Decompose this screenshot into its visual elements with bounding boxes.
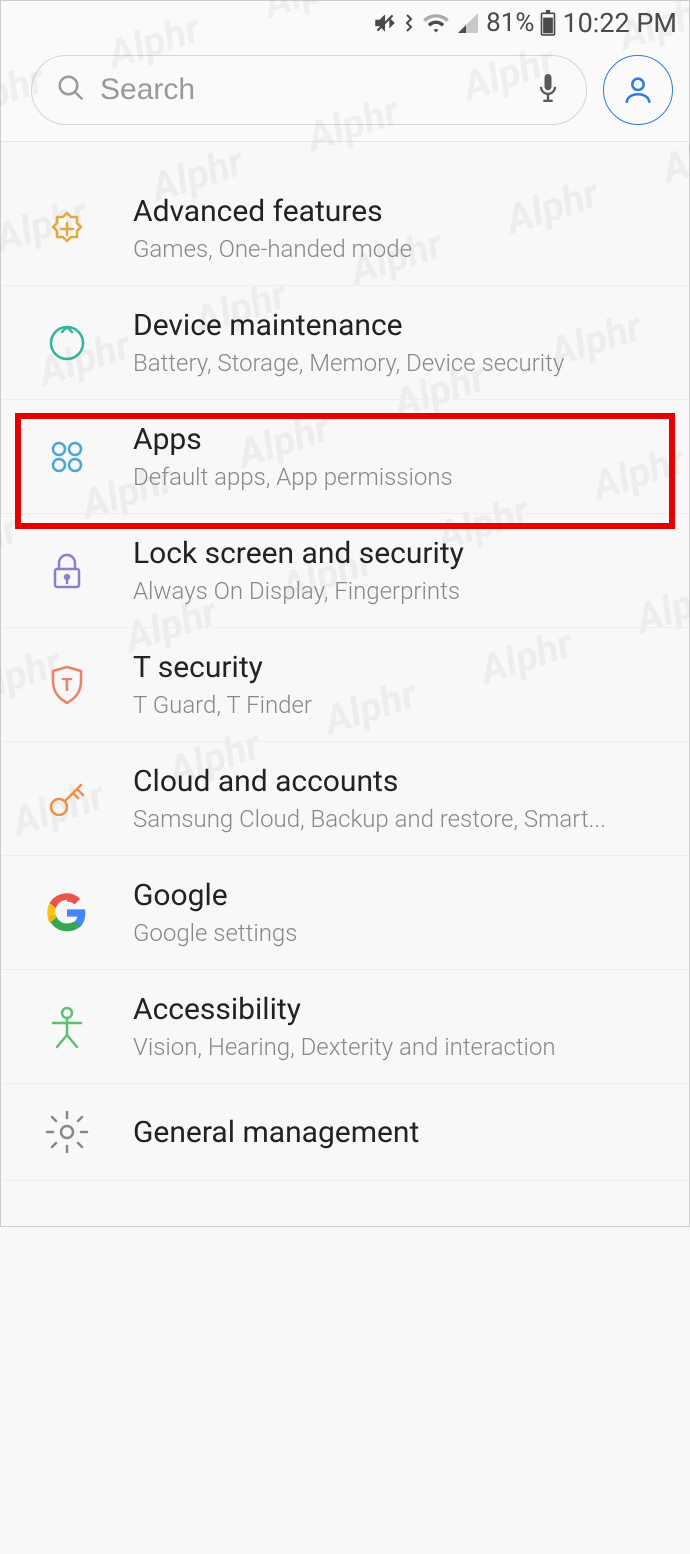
settings-item-title: Accessibility xyxy=(133,992,659,1027)
status-time: 10:22 PM xyxy=(562,7,677,39)
settings-item-subtitle: Battery, Storage, Memory, Device securit… xyxy=(133,349,659,377)
settings-item-title: Advanced features xyxy=(133,194,659,229)
google-g-icon xyxy=(41,887,93,939)
signal-icon xyxy=(456,11,480,35)
settings-item-subtitle: Vision, Hearing, Dexterity and interacti… xyxy=(133,1033,659,1061)
search-pill[interactable] xyxy=(31,55,587,125)
voice-icon[interactable] xyxy=(534,71,562,109)
settings-item-title: Lock screen and security xyxy=(133,536,659,571)
settings-item-cloud-accounts[interactable]: Cloud and accounts Samsung Cloud, Backup… xyxy=(1,742,689,856)
search-input[interactable] xyxy=(100,73,520,107)
shield-t-icon: T xyxy=(41,659,93,711)
status-bar: 81% 10:22 PM xyxy=(1,1,689,45)
plus-gear-icon xyxy=(41,203,93,255)
settings-item-title: Apps xyxy=(133,422,659,457)
settings-item-subtitle: T Guard, T Finder xyxy=(133,691,659,719)
settings-item-title: Device maintenance xyxy=(133,308,659,343)
settings-item-accessibility[interactable]: Accessibility Vision, Hearing, Dexterity… xyxy=(1,970,689,1084)
battery-percent: 81% xyxy=(486,8,534,38)
gear-icon xyxy=(41,1106,93,1158)
settings-item-subtitle: Default apps, App permissions xyxy=(133,463,659,491)
battery-icon xyxy=(540,10,556,36)
settings-item-subtitle: Samsung Cloud, Backup and restore, Smart… xyxy=(133,805,659,833)
settings-item-title: T security xyxy=(133,650,659,685)
wifi-icon xyxy=(422,11,450,35)
settings-item-advanced-features[interactable]: Advanced features Games, One-handed mode xyxy=(1,172,689,286)
settings-item-t-security[interactable]: T T security T Guard, T Finder xyxy=(1,628,689,742)
mute-vibrate-icon xyxy=(372,10,398,36)
profile-button[interactable] xyxy=(603,55,673,125)
person-icon xyxy=(41,1001,93,1053)
settings-item-subtitle: Always On Display, Fingerprints xyxy=(133,577,659,605)
search-icon xyxy=(56,73,86,107)
settings-list: Advanced features Games, One-handed mode… xyxy=(1,142,689,1227)
lock-icon xyxy=(41,545,93,597)
settings-item-apps[interactable]: Apps Default apps, App permissions xyxy=(1,400,689,514)
settings-item-device-maintenance[interactable]: Device maintenance Battery, Storage, Mem… xyxy=(1,286,689,400)
settings-item-google[interactable]: Google Google settings xyxy=(1,856,689,970)
settings-item-subtitle: Games, One-handed mode xyxy=(133,235,659,263)
settings-item-title: Google xyxy=(133,878,659,913)
settings-item-title: General management xyxy=(133,1115,659,1150)
key-icon xyxy=(41,773,93,825)
svg-text:T: T xyxy=(61,675,72,696)
settings-item-lock-screen-security[interactable]: Lock screen and security Always On Displ… xyxy=(1,514,689,628)
settings-item-subtitle: Google settings xyxy=(133,919,659,947)
settings-item-title: Cloud and accounts xyxy=(133,764,659,799)
cycle-icon xyxy=(41,317,93,369)
vibrate-icon xyxy=(404,11,416,35)
search-row xyxy=(1,45,689,142)
four-dots-icon xyxy=(41,431,93,483)
settings-item-general-management[interactable]: General management xyxy=(1,1084,689,1181)
